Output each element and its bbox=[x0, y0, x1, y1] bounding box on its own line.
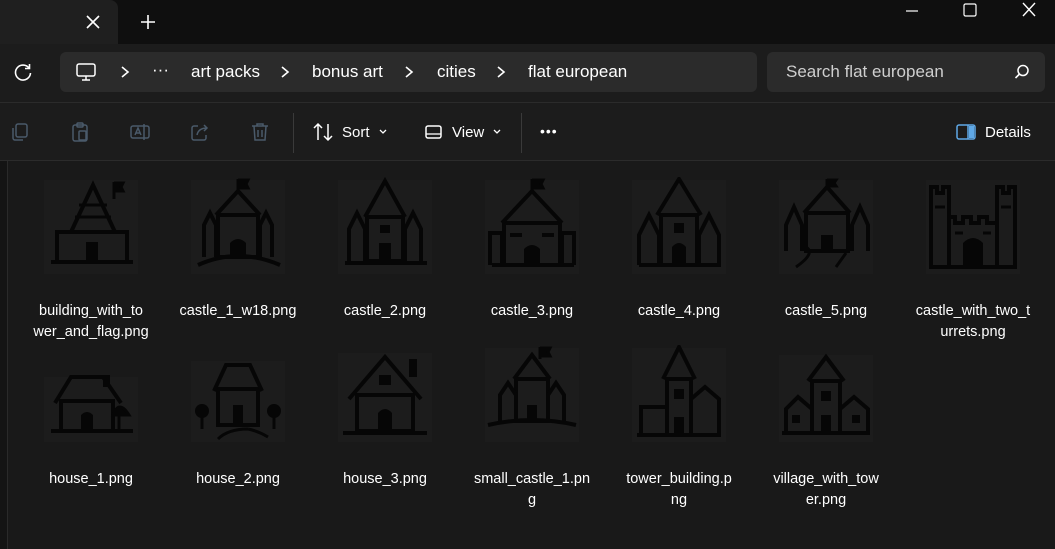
navigation-pane-edge bbox=[0, 161, 8, 549]
chevron-right-icon[interactable] bbox=[278, 64, 292, 80]
command-bar: Sort View ••• Details bbox=[0, 103, 1055, 161]
chevron-right-icon[interactable] bbox=[402, 64, 416, 80]
sort-label: Sort bbox=[342, 123, 370, 141]
file-name: castle_3.png bbox=[490, 303, 574, 319]
close-icon[interactable] bbox=[83, 12, 103, 32]
chevron-down-icon bbox=[493, 129, 501, 134]
details-button[interactable]: Details bbox=[955, 117, 1031, 147]
new-tab-icon[interactable] bbox=[138, 12, 158, 32]
chevron-down-icon bbox=[379, 129, 386, 134]
castle-thumbnail bbox=[632, 177, 726, 274]
file-name: tower_building.p ng bbox=[626, 471, 732, 508]
village-thumbnail bbox=[779, 353, 873, 442]
view-button[interactable]: View bbox=[424, 117, 502, 147]
file-name: building_with_to wer_and_flag.png bbox=[33, 303, 149, 340]
sort-icon bbox=[313, 122, 333, 142]
house-thumbnail bbox=[44, 375, 138, 442]
file-item[interactable]: building_with_to wer_and_flag.png bbox=[27, 177, 155, 347]
file-name: house_2.png bbox=[196, 471, 280, 487]
castle-thumbnail bbox=[191, 178, 285, 274]
castle-flag-thumbnail bbox=[44, 180, 138, 274]
toolbar-divider bbox=[521, 113, 522, 153]
maximize-icon[interactable] bbox=[958, 0, 982, 20]
file-item[interactable]: castle_with_two_t urrets.png bbox=[909, 177, 1037, 347]
house-thumbnail bbox=[338, 353, 432, 442]
file-item[interactable]: castle_1_w18.png bbox=[174, 177, 302, 347]
chevron-right-icon[interactable] bbox=[494, 64, 508, 80]
file-item[interactable]: house_1.png bbox=[27, 345, 155, 515]
file-name: castle_with_two_t urrets.png bbox=[915, 303, 1031, 340]
details-label: Details bbox=[985, 123, 1031, 141]
file-item[interactable]: tower_building.p ng bbox=[615, 345, 743, 515]
file-name: small_castle_1.pn g bbox=[473, 471, 591, 508]
toolbar-divider bbox=[293, 113, 294, 153]
delete-icon[interactable] bbox=[249, 121, 271, 143]
file-name: house_3.png bbox=[343, 471, 427, 487]
file-name: castle_4.png bbox=[637, 303, 721, 319]
file-name: castle_2.png bbox=[343, 303, 427, 319]
file-name: village_with_tow er.png bbox=[773, 471, 879, 508]
paste-icon[interactable] bbox=[69, 121, 91, 143]
see-more-button[interactable]: ••• bbox=[540, 116, 558, 146]
file-item[interactable]: house_2.png bbox=[174, 345, 302, 515]
this-pc-icon[interactable] bbox=[75, 61, 97, 83]
breadcrumb-cities[interactable]: cities bbox=[437, 62, 476, 82]
chevron-right-icon[interactable] bbox=[118, 64, 132, 80]
search-icon[interactable] bbox=[1013, 63, 1031, 81]
copy-icon[interactable] bbox=[9, 121, 31, 143]
file-item[interactable]: castle_4.png bbox=[615, 177, 743, 347]
view-label: View bbox=[452, 123, 485, 141]
share-icon[interactable] bbox=[189, 121, 211, 143]
breadcrumb-bonus-art[interactable]: bonus art bbox=[312, 62, 383, 82]
castle-thumbnail bbox=[485, 178, 579, 274]
more-icon: ••• bbox=[540, 123, 558, 139]
castle-thumbnail bbox=[338, 177, 432, 274]
file-item[interactable]: house_3.png bbox=[321, 345, 449, 515]
file-item[interactable]: small_castle_1.pn g bbox=[468, 345, 596, 515]
house-thumbnail bbox=[191, 361, 285, 442]
file-name: castle_1_w18.png bbox=[179, 303, 297, 319]
file-item[interactable]: castle_3.png bbox=[468, 177, 596, 347]
search-placeholder: Search flat european bbox=[786, 62, 944, 81]
window-close-icon[interactable] bbox=[1017, 0, 1041, 20]
title-bar bbox=[0, 0, 1055, 44]
active-tab[interactable] bbox=[0, 0, 118, 44]
view-icon bbox=[425, 125, 442, 139]
breadcrumb-overflow[interactable]: ··· bbox=[152, 60, 169, 80]
file-item[interactable]: castle_2.png bbox=[321, 177, 449, 347]
file-item[interactable]: castle_5.png bbox=[762, 177, 890, 347]
sort-button[interactable]: Sort bbox=[312, 117, 388, 147]
breadcrumb-art-packs[interactable]: art packs bbox=[191, 62, 260, 82]
file-item[interactable]: village_with_tow er.png bbox=[762, 345, 890, 515]
breadcrumb-flat-european[interactable]: flat european bbox=[528, 62, 627, 82]
castle-thumbnail bbox=[779, 178, 873, 274]
minimize-icon[interactable] bbox=[900, 2, 924, 20]
address-row: ··· art packs bonus art cities flat euro… bbox=[0, 44, 1055, 103]
castle-turrets-thumbnail bbox=[926, 180, 1020, 274]
search-input[interactable]: Search flat european bbox=[767, 52, 1045, 92]
file-name: castle_5.png bbox=[784, 303, 868, 319]
address-bar[interactable]: ··· art packs bonus art cities flat euro… bbox=[60, 52, 757, 92]
tower-thumbnail bbox=[632, 345, 726, 442]
file-name: house_1.png bbox=[49, 471, 133, 487]
castle-thumbnail bbox=[485, 346, 579, 442]
refresh-icon[interactable] bbox=[12, 62, 34, 84]
rename-icon[interactable] bbox=[129, 121, 151, 143]
details-pane-icon bbox=[956, 124, 976, 140]
